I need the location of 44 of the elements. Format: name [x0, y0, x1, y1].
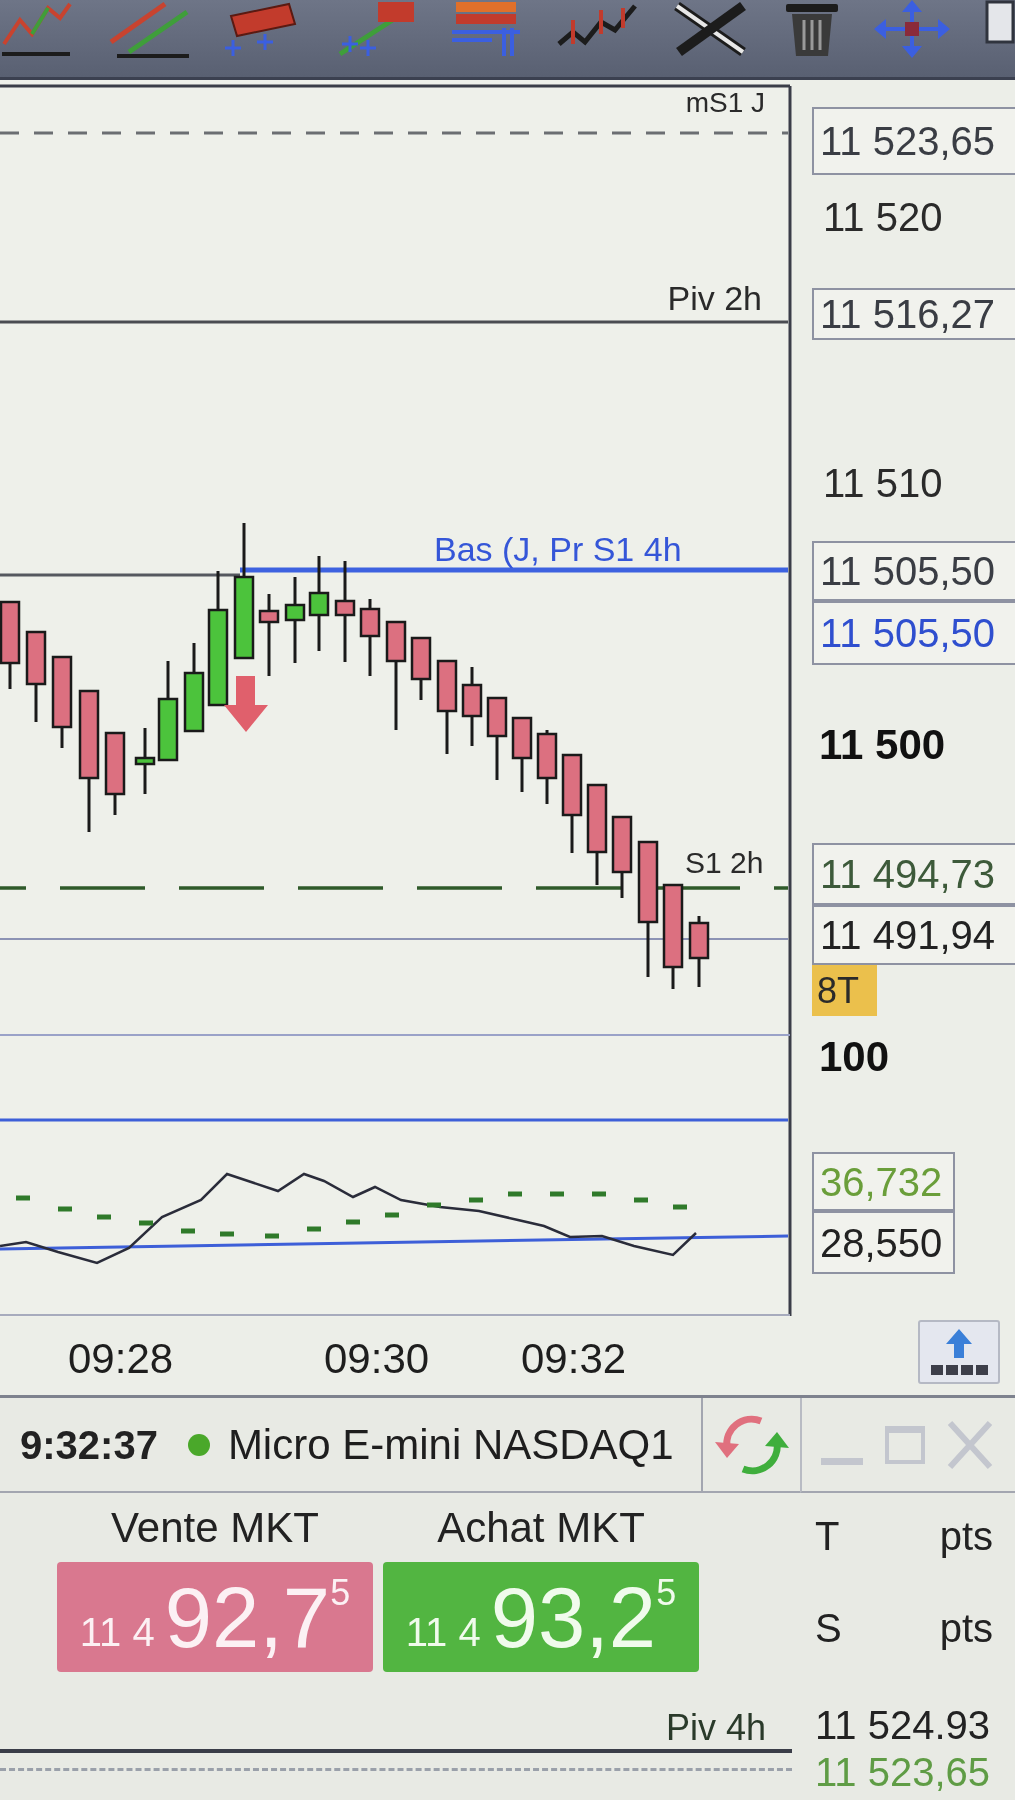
- unit-label: pts: [939, 1516, 993, 1556]
- line-rectangle-icon[interactable]: [337, 0, 416, 58]
- price-label: 11 494,73: [812, 843, 1015, 905]
- up-arrow-icon: [929, 1329, 989, 1375]
- level-label: mS1 J: [685, 89, 765, 117]
- sell-button[interactable]: 11 4 92,7$^{5}$: [57, 1562, 373, 1672]
- level-label: S1 2h: [685, 848, 764, 878]
- stat-label: T: [815, 1516, 841, 1556]
- level-label: Piv 2h: [667, 281, 762, 315]
- scroll-button[interactable]: [918, 1320, 1000, 1384]
- price-label: 11 523,65: [812, 107, 1015, 175]
- level-label: Bas (J, Pr S1 4h: [434, 532, 682, 566]
- order-type-label: Vente MKT: [110, 1507, 320, 1549]
- stacked-bars-icon[interactable]: [450, 0, 523, 58]
- time-label: 09:28: [68, 1338, 174, 1380]
- time-label: 09:32: [521, 1338, 627, 1380]
- instrument-name: Micro E-mini NASDAQ1: [227, 1423, 674, 1466]
- price-label: 11 524.93: [815, 1705, 991, 1745]
- candlestick: [410, 636, 432, 700]
- clock-time: 9:32:37: [20, 1424, 158, 1465]
- price-label: 11 505,50: [812, 601, 1015, 665]
- panel-icon[interactable]: [984, 0, 1015, 44]
- status-dot-icon: [187, 1433, 210, 1456]
- price-label: 28,550: [812, 1211, 955, 1274]
- axis-tick-label: 11 520: [823, 197, 943, 237]
- axis-tick-label: 11 510: [823, 463, 943, 503]
- stat-label: S: [815, 1608, 843, 1648]
- level-label: Piv 4h: [665, 1707, 766, 1749]
- order-type-label: Achat MKT: [436, 1507, 646, 1549]
- time-label: 09:30: [324, 1338, 430, 1380]
- price-label: 11 505,50: [812, 541, 1015, 601]
- price-label: 36,732: [812, 1152, 955, 1211]
- zigzag-line-icon[interactable]: [0, 0, 72, 58]
- axis-tick-label: 100: [819, 1036, 890, 1078]
- down-arrow-icon: [224, 676, 268, 732]
- axis-tick-label: 11 500: [819, 724, 946, 766]
- price-label: 11 516,27: [812, 288, 1015, 340]
- tick-count-tag: 8T: [812, 965, 877, 1016]
- buy-button[interactable]: 11 4 93,2$^{5}$: [383, 1562, 699, 1672]
- price-label: 11 491,94: [812, 905, 1015, 965]
- price-label: 11 523,65: [815, 1752, 991, 1792]
- move-arrows-icon[interactable]: [874, 0, 951, 58]
- candlestick: [688, 916, 710, 987]
- unit-label: pts: [939, 1608, 993, 1648]
